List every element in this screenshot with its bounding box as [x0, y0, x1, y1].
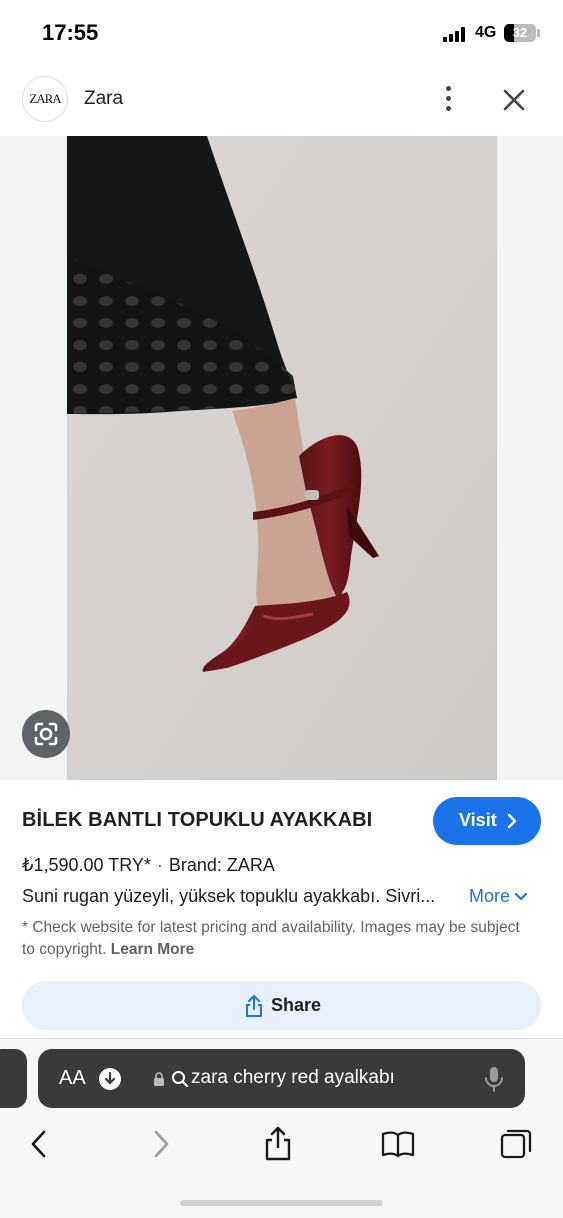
share-icon [246, 995, 262, 1017]
signal-icon [443, 27, 469, 42]
lock-icon [154, 1072, 164, 1086]
more-label: More [469, 886, 511, 906]
microphone-icon[interactable] [484, 1065, 504, 1093]
more-vertical-icon[interactable] [436, 84, 462, 114]
share-button[interactable]: Share [22, 981, 541, 1030]
result-header: ZARA Zara [0, 66, 563, 136]
chevron-right-icon [507, 813, 517, 829]
bookmarks-icon[interactable] [380, 1126, 416, 1162]
status-bar: 17:55 4G 32 [0, 0, 563, 66]
home-indicator [180, 1200, 383, 1206]
disclaimer-text: * Check website for latest pricing and a… [22, 919, 520, 958]
disclaimer: * Check website for latest pricing and a… [22, 917, 522, 961]
search-icon [172, 1071, 189, 1088]
close-icon[interactable] [496, 82, 532, 118]
forward-icon[interactable] [142, 1126, 178, 1162]
download-icon[interactable] [99, 1068, 121, 1090]
separator: · [156, 855, 163, 875]
site-logo[interactable]: ZARA [22, 76, 68, 122]
product-title: BİLEK BANTLI TOPUKLU AYAKKABI [22, 809, 373, 831]
share-sheet-icon[interactable] [260, 1126, 296, 1162]
status-time: 17:55 [42, 20, 99, 45]
previous-tab-edge[interactable] [0, 1049, 27, 1108]
address-bar[interactable]: AA zara cherry red ayalkabı [38, 1049, 525, 1108]
network-label: 4G [475, 24, 497, 41]
tabs-icon[interactable] [498, 1126, 534, 1162]
price-brand-line: ₺1,590.00 TRY* · Brand: ZARA [22, 855, 275, 876]
back-icon[interactable] [22, 1126, 58, 1162]
share-label: Share [271, 995, 322, 1015]
shoe-photo-illustration [67, 136, 497, 780]
site-name[interactable]: Zara [84, 88, 123, 110]
reader-options-button[interactable]: AA [59, 1067, 86, 1090]
url-text[interactable]: zara cherry red ayalkabı [191, 1067, 395, 1089]
price: ₺1,590.00 TRY* [22, 855, 151, 875]
product-description: Suni rugan yüzeyli, yüksek topuklu ayakk… [22, 886, 436, 906]
battery-cap [537, 29, 540, 37]
visit-label: Visit [459, 810, 497, 830]
chevron-down-icon [514, 893, 528, 901]
image-viewer [0, 136, 563, 780]
google-lens-icon[interactable] [22, 710, 70, 758]
battery-icon: 32 [504, 24, 536, 42]
battery-level: 32 [512, 25, 528, 40]
brand: Brand: ZARA [168, 855, 275, 875]
visit-button[interactable]: Visit [433, 797, 541, 845]
learn-more-link[interactable]: Learn More [111, 941, 195, 958]
more-button[interactable]: More [469, 886, 528, 907]
product-image[interactable] [67, 136, 497, 780]
